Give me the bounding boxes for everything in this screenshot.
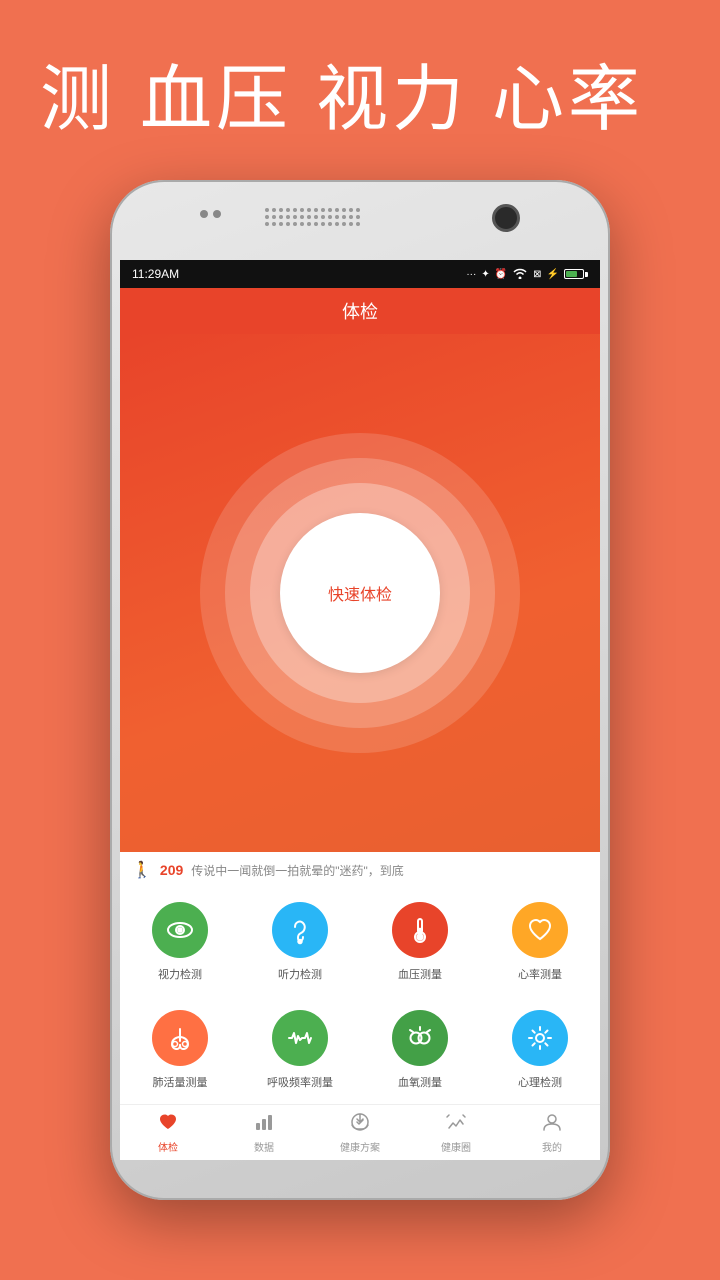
circle-container[interactable]: 快速体检 xyxy=(200,433,520,753)
lung-label: 肺活量测量 xyxy=(153,1074,208,1090)
news-text: 传说中一闻就倒一拍就晕的"迷药"，到底 xyxy=(191,862,404,879)
bluetooth-icon: ✦ xyxy=(481,269,489,280)
exam-nav-icon xyxy=(157,1111,179,1137)
nav-exam[interactable]: 体检 xyxy=(120,1105,216,1160)
breathing-icon-circle xyxy=(272,1010,328,1066)
breathing-label: 呼吸频率测量 xyxy=(267,1074,333,1090)
battery-fill xyxy=(566,271,577,277)
feature-bp[interactable]: 血压测量 xyxy=(360,888,480,996)
nav-data[interactable]: 数据 xyxy=(216,1105,312,1160)
headline: 测 血压 视力 心率 xyxy=(40,40,680,145)
wifi-icon xyxy=(512,267,528,282)
feature-heartrate[interactable]: 心率测量 xyxy=(480,888,600,996)
bp-icon-circle xyxy=(392,902,448,958)
data-nav-icon xyxy=(253,1111,275,1137)
nav-profile[interactable]: 我的 xyxy=(504,1105,600,1160)
oxygen-label: 血氧测量 xyxy=(398,1074,442,1090)
status-time: 11:29AM xyxy=(132,267,179,281)
speaker-dot xyxy=(213,210,221,218)
feature-breathing[interactable]: 呼吸频率测量 xyxy=(240,996,360,1104)
feature-hearing[interactable]: 听力检测 xyxy=(240,888,360,996)
nav-health-circle[interactable]: 健康圈 xyxy=(408,1105,504,1160)
camera xyxy=(492,204,520,232)
bp-label: 血压测量 xyxy=(398,966,442,982)
feature-oxygen[interactable]: 血氧测量 xyxy=(360,996,480,1104)
feature-grid: 视力检测 听力检测 xyxy=(120,888,600,1104)
hearing-icon-circle xyxy=(272,902,328,958)
signal-icon: ⊠ xyxy=(533,269,541,280)
oxygen-icon-circle xyxy=(392,1010,448,1066)
nav-health-plan[interactable]: 健康方案 xyxy=(312,1105,408,1160)
psychology-icon-circle xyxy=(512,1010,568,1066)
hearing-label: 听力检测 xyxy=(278,966,322,982)
heartrate-label: 心率测量 xyxy=(518,966,562,982)
health-circle-nav-icon xyxy=(445,1111,467,1137)
quick-exam-label: 快速体检 xyxy=(328,581,392,605)
quick-exam-button[interactable]: 快速体检 xyxy=(280,513,440,673)
profile-nav-icon xyxy=(541,1111,563,1137)
app-title: 体检 xyxy=(342,302,378,322)
psychology-label: 心理检测 xyxy=(518,1074,562,1090)
news-ticker: 🚶 209 传说中一闻就倒一拍就晕的"迷药"，到底 xyxy=(120,852,600,888)
speaker-dot xyxy=(200,210,208,218)
feature-lung[interactable]: 肺活量测量 xyxy=(120,996,240,1104)
nav-health-circle-label: 健康圈 xyxy=(441,1139,471,1154)
status-bar: 11:29AM ··· ✦ ⏰ ⊠ ⚡ xyxy=(120,260,600,288)
app-header: 体检 xyxy=(120,288,600,334)
nav-health-plan-label: 健康方案 xyxy=(340,1139,380,1154)
vision-label: 视力检测 xyxy=(158,966,202,982)
feature-psychology[interactable]: 心理检测 xyxy=(480,996,600,1104)
alarm-icon: ⏰ xyxy=(495,269,507,280)
walk-icon: 🚶 xyxy=(132,860,152,880)
steps-count: 209 xyxy=(160,862,183,878)
battery-tip xyxy=(585,272,588,277)
speaker-dots xyxy=(200,210,221,218)
status-icons: ··· ✦ ⏰ ⊠ ⚡ xyxy=(466,267,588,282)
heartrate-icon-circle xyxy=(512,902,568,958)
app-main: 快速体检 xyxy=(120,334,600,852)
dots-icon: ··· xyxy=(466,269,476,280)
battery-icon xyxy=(564,269,588,279)
vision-icon-circle xyxy=(152,902,208,958)
phone-shell: 11:29AM ··· ✦ ⏰ ⊠ ⚡ xyxy=(110,180,610,1200)
charging-icon: ⚡ xyxy=(547,269,559,280)
nav-exam-label: 体检 xyxy=(158,1139,178,1154)
lung-icon-circle xyxy=(152,1010,208,1066)
feature-vision[interactable]: 视力检测 xyxy=(120,888,240,996)
battery-body xyxy=(564,269,584,279)
phone-screen: 11:29AM ··· ✦ ⏰ ⊠ ⚡ xyxy=(120,260,600,1160)
nav-data-label: 数据 xyxy=(254,1139,274,1154)
bottom-nav: 体检 数据 xyxy=(120,1104,600,1160)
nav-profile-label: 我的 xyxy=(542,1139,562,1154)
health-plan-nav-icon xyxy=(349,1111,371,1137)
speaker-grille xyxy=(265,208,361,227)
phone-top xyxy=(110,180,610,260)
